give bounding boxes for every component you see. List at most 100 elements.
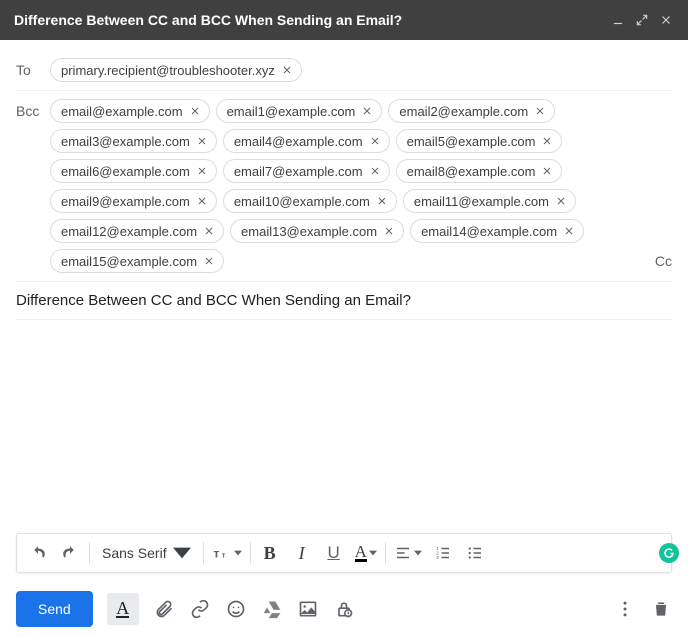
recipient-chip[interactable]: email@example.com [50,99,210,123]
bulleted-list-button[interactable] [460,538,490,568]
recipient-chip-label: email15@example.com [61,254,197,269]
recipient-chip[interactable]: email2@example.com [388,99,555,123]
svg-text:т: т [213,547,219,561]
recipient-chip-label: email13@example.com [241,224,377,239]
compose-window: Difference Between CC and BCC When Sendi… [0,0,688,637]
compose-body: To primary.recipient@troubleshooter.xyz … [0,40,688,533]
recipient-chip-label: email@example.com [61,104,183,119]
undo-button[interactable] [23,538,53,568]
remove-recipient-icon[interactable] [367,163,383,179]
remove-recipient-icon[interactable] [374,193,390,209]
recipient-chip[interactable]: email7@example.com [223,159,390,183]
recipient-chip-label: email12@example.com [61,224,197,239]
insert-emoji-icon[interactable] [225,598,247,620]
toolbar-separator [250,542,251,564]
font-family-label: Sans Serif [102,545,167,561]
bcc-row[interactable]: Bcc email@example.comemail1@example.come… [16,91,672,282]
remove-recipient-icon[interactable] [187,103,203,119]
svg-text:т: т [221,551,225,560]
fullscreen-icon[interactable] [634,12,650,28]
toolbar-separator [203,542,204,564]
message-body[interactable] [16,320,672,533]
recipient-chip-label: email9@example.com [61,194,190,209]
recipient-chip-label: primary.recipient@troubleshooter.xyz [61,63,275,78]
recipient-chip-label: email11@example.com [414,194,549,209]
cc-toggle[interactable]: Cc [645,253,672,273]
bcc-chips[interactable]: email@example.com email1@example.com email… [50,99,645,273]
remove-recipient-icon[interactable] [561,223,577,239]
recipient-chip[interactable]: email11@example.com [403,189,576,213]
grammarly-icon[interactable] [659,543,679,563]
recipient-chip[interactable]: email4@example.com [223,129,390,153]
toolbar-separator [385,542,386,564]
redo-button[interactable] [55,538,85,568]
compose-title: Difference Between CC and BCC When Sendi… [14,12,602,28]
recipient-chip[interactable]: email1@example.com [216,99,383,123]
insert-link-icon[interactable] [189,598,211,620]
send-button[interactable]: Send [16,591,93,627]
formatting-toolbar: Sans Serif тт B I U A 123 [16,533,672,573]
bold-button[interactable]: B [255,538,285,568]
recipient-chip[interactable]: email15@example.com [50,249,224,273]
to-label: To [16,58,50,78]
recipient-chip-label: email2@example.com [399,104,528,119]
recipient-chip-label: email7@example.com [234,164,363,179]
remove-recipient-icon[interactable] [367,133,383,149]
font-family-select[interactable]: Sans Serif [94,538,199,568]
compose-header: Difference Between CC and BCC When Sendi… [0,0,688,40]
recipient-chip[interactable]: email10@example.com [223,189,397,213]
remove-recipient-icon[interactable] [381,223,397,239]
underline-button[interactable]: U [319,538,349,568]
remove-recipient-icon[interactable] [539,163,555,179]
to-row[interactable]: To primary.recipient@troubleshooter.xyz [16,50,672,91]
recipient-chip[interactable]: email6@example.com [50,159,217,183]
text-color-button[interactable]: A [351,538,381,568]
font-size-button[interactable]: тт [208,538,246,568]
recipient-chip[interactable]: email5@example.com [396,129,563,153]
recipient-chip[interactable]: email8@example.com [396,159,563,183]
recipient-chip-label: email1@example.com [227,104,356,119]
more-options-icon[interactable] [614,598,636,620]
remove-recipient-icon[interactable] [194,163,210,179]
remove-recipient-icon[interactable] [553,193,569,209]
toolbar-separator [89,542,90,564]
subject-row[interactable]: Difference Between CC and BCC When Sendi… [16,282,672,320]
recipient-chip[interactable]: email3@example.com [50,129,217,153]
subject-text[interactable]: Difference Between CC and BCC When Sendi… [16,292,411,309]
recipient-chip-label: email6@example.com [61,164,190,179]
recipient-chip-label: email10@example.com [234,194,370,209]
recipient-chip[interactable]: email13@example.com [230,219,404,243]
recipient-chip-label: email8@example.com [407,164,536,179]
remove-recipient-icon[interactable] [539,133,555,149]
discard-draft-icon[interactable] [650,598,672,620]
confidential-mode-icon[interactable] [333,598,355,620]
align-button[interactable] [390,538,426,568]
recipient-chip-label: email5@example.com [407,134,536,149]
recipient-chip[interactable]: primary.recipient@troubleshooter.xyz [50,58,302,82]
numbered-list-button[interactable]: 123 [428,538,458,568]
recipient-chip[interactable]: email14@example.com [410,219,584,243]
minimize-icon[interactable] [610,12,626,28]
italic-button[interactable]: I [287,538,317,568]
remove-recipient-icon[interactable] [532,103,548,119]
recipient-chip-label: email4@example.com [234,134,363,149]
remove-recipient-icon[interactable] [201,223,217,239]
recipient-chip[interactable]: email9@example.com [50,189,217,213]
bcc-label: Bcc [16,99,50,119]
to-chips[interactable]: primary.recipient@troubleshooter.xyz [50,58,672,82]
insert-drive-icon[interactable] [261,598,283,620]
remove-recipient-icon[interactable] [201,253,217,269]
close-icon[interactable] [658,12,674,28]
attach-file-icon[interactable] [153,598,175,620]
remove-recipient-icon[interactable] [194,133,210,149]
remove-recipient-icon[interactable] [279,62,295,78]
recipient-chip-label: email3@example.com [61,134,190,149]
remove-recipient-icon[interactable] [359,103,375,119]
svg-text:3: 3 [436,555,439,560]
recipient-chip[interactable]: email12@example.com [50,219,224,243]
insert-photo-icon[interactable] [297,598,319,620]
recipient-chip-label: email14@example.com [421,224,557,239]
compose-action-bar: Send A [0,581,688,637]
formatting-toggle-button[interactable]: A [107,593,139,625]
remove-recipient-icon[interactable] [194,193,210,209]
